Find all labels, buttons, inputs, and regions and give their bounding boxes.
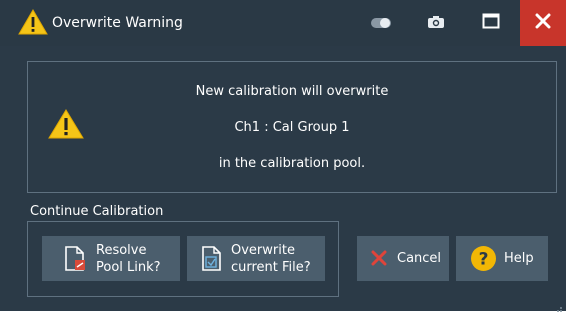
message-line-3: in the calibration pool.	[218, 156, 366, 171]
question-icon: ?	[470, 245, 497, 276]
overwrite-current-file-button[interactable]: Overwrite current File?	[187, 236, 325, 281]
help-label: Help	[504, 251, 534, 266]
cancel-label: Cancel	[397, 251, 442, 266]
screenshot-button[interactable]	[422, 0, 450, 46]
resolve-button-line1: Resolve	[96, 243, 147, 258]
message-panel: New calibration will overwrite Ch1 : Cal…	[27, 61, 557, 193]
svg-text:?: ?	[479, 250, 489, 270]
warning-triangle-icon	[18, 8, 48, 36]
overwrite-button-line2: current File?	[231, 260, 311, 275]
toggle-button[interactable]	[366, 0, 396, 46]
close-icon	[535, 13, 551, 33]
maximize-icon	[482, 13, 500, 33]
message-line-2: Ch1 : Cal Group 1	[234, 120, 350, 135]
title-bar: Overwrite Warning	[0, 0, 566, 46]
cancel-button[interactable]: Cancel	[357, 236, 449, 281]
maximize-button[interactable]	[476, 0, 506, 46]
camera-icon	[427, 14, 445, 33]
continue-calibration-label: Continue Calibration	[30, 204, 164, 219]
window-title: Overwrite Warning	[52, 15, 183, 31]
help-button[interactable]: ? Help	[456, 236, 548, 281]
close-button[interactable]	[520, 0, 566, 46]
file-link-icon	[64, 246, 86, 276]
file-overwrite-icon	[201, 246, 223, 276]
toggle-icon	[370, 14, 392, 33]
x-icon	[371, 250, 387, 270]
message-line-1: New calibration will overwrite	[195, 84, 389, 99]
resolve-pool-link-button[interactable]: Resolve Pool Link?	[42, 236, 180, 281]
resize-grip-icon[interactable]	[553, 298, 563, 312]
resolve-button-line2: Pool Link?	[96, 260, 161, 275]
overwrite-button-line1: Overwrite	[231, 243, 295, 258]
overwrite-warning-dialog: Overwrite Warning New calibration will o…	[0, 0, 566, 312]
